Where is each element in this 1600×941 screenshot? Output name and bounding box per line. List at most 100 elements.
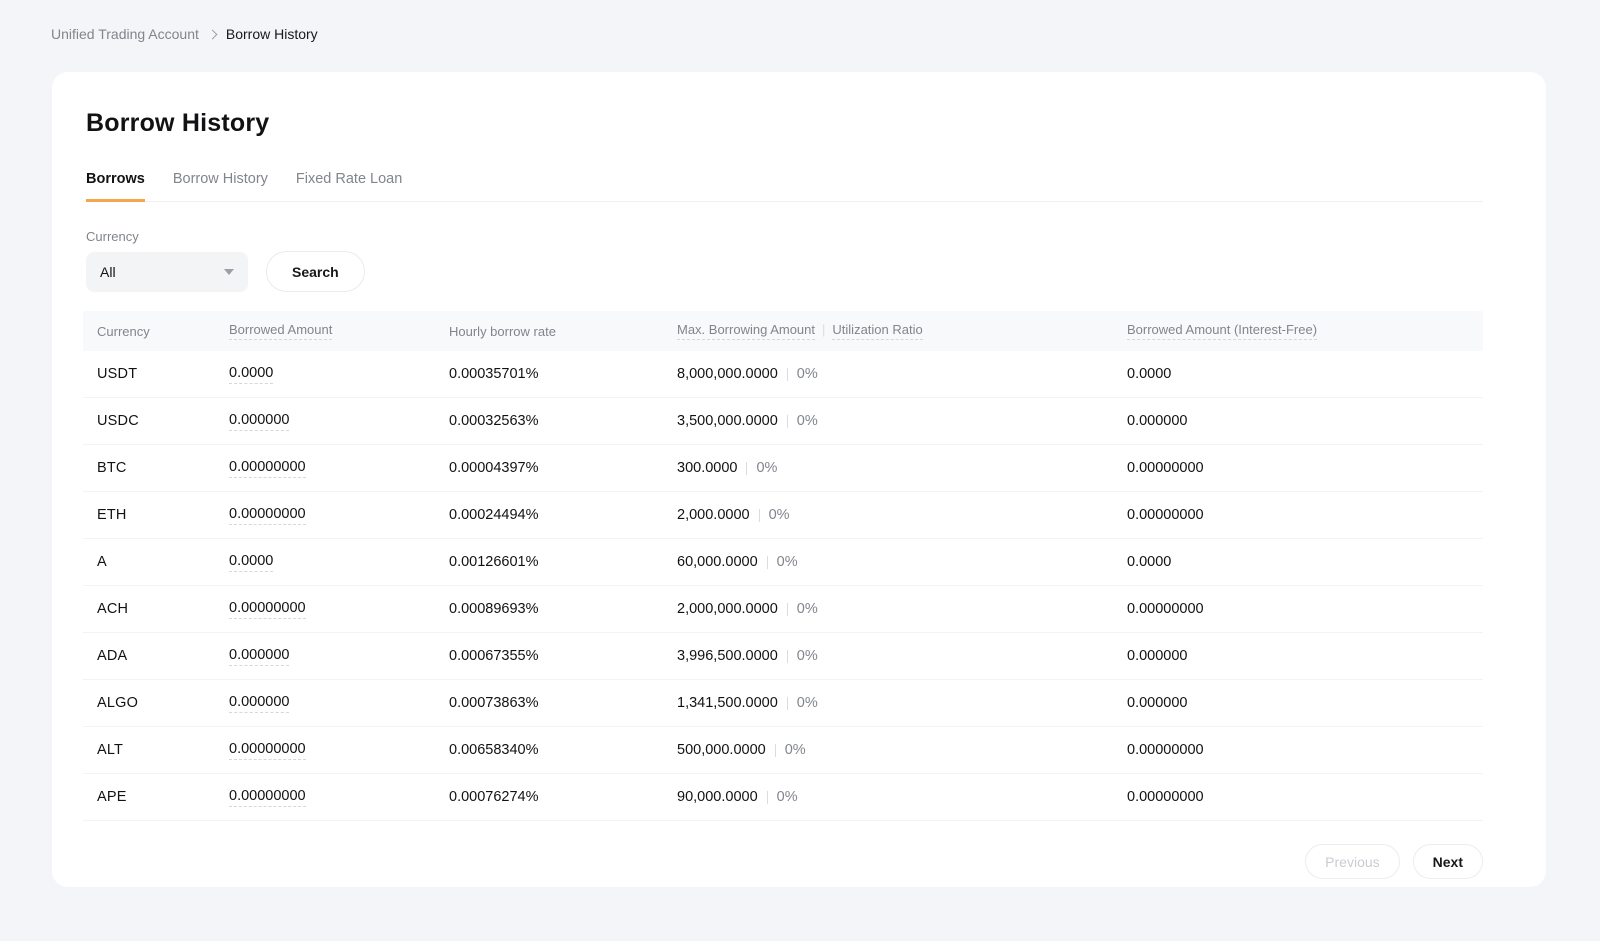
borrowed-amount-value[interactable]: 0.00000000 xyxy=(229,506,306,525)
utilization-ratio-value: 0% xyxy=(797,695,818,711)
borrowed-amount-cell: 0.00000000 xyxy=(229,506,449,525)
borrow-history-card: Borrow History Borrows Borrow History Fi… xyxy=(52,72,1546,887)
table-row: USDT 0.0000 0.00035701% 8,000,000.0000 0… xyxy=(83,351,1483,398)
max-borrowing-cell: 8,000,000.0000 0% xyxy=(677,366,1127,382)
pagination: Previous Next xyxy=(83,844,1483,879)
max-borrowing-cell: 60,000.0000 0% xyxy=(677,554,1127,570)
borrowed-amount-value[interactable]: 0.00000000 xyxy=(229,788,306,807)
tab-bar: Borrows Borrow History Fixed Rate Loan xyxy=(86,164,1483,202)
col-header-borrowed-amount: Borrowed Amount xyxy=(229,322,449,340)
currency-select[interactable]: All xyxy=(86,252,248,292)
hourly-rate-cell: 0.00126601% xyxy=(449,554,677,570)
borrowed-amount-cell: 0.000000 xyxy=(229,694,449,713)
col-header-hourly-borrow-rate: Hourly borrow rate xyxy=(449,324,677,339)
interest-free-cell: 0.000000 xyxy=(1127,695,1483,711)
chevron-down-icon xyxy=(224,269,234,275)
max-borrowing-value: 3,500,000.0000 xyxy=(677,413,778,429)
tab-borrow-history[interactable]: Borrow History xyxy=(173,165,268,202)
utilization-ratio-tooltip-trigger[interactable]: Utilization Ratio xyxy=(832,322,922,340)
tab-fixed-rate-loan[interactable]: Fixed Rate Loan xyxy=(296,165,402,202)
interest-free-cell: 0.000000 xyxy=(1127,413,1483,429)
currency-cell: ALGO xyxy=(97,695,229,711)
max-borrowing-cell: 1,341,500.0000 0% xyxy=(677,695,1127,711)
max-borrowing-value: 2,000,000.0000 xyxy=(677,601,778,617)
borrowed-amount-value[interactable]: 0.0000 xyxy=(229,365,273,384)
table-row: APE 0.00000000 0.00076274% 90,000.0000 0… xyxy=(83,774,1483,821)
utilization-divider xyxy=(767,791,768,804)
table-header-row: Currency Borrowed Amount Hourly borrow r… xyxy=(83,311,1483,351)
interest-free-cell: 0.00000000 xyxy=(1127,601,1483,617)
utilization-ratio-value: 0% xyxy=(777,789,798,805)
borrowed-amount-cell: 0.000000 xyxy=(229,412,449,431)
max-borrowing-value: 90,000.0000 xyxy=(677,789,758,805)
max-borrowing-cell: 3,996,500.0000 0% xyxy=(677,648,1127,664)
interest-free-cell: 0.00000000 xyxy=(1127,460,1483,476)
tab-borrows[interactable]: Borrows xyxy=(86,165,145,202)
currency-cell: ACH xyxy=(97,601,229,617)
interest-free-cell: 0.0000 xyxy=(1127,366,1483,382)
table-row: A 0.0000 0.00126601% 60,000.0000 0% 0.00… xyxy=(83,539,1483,586)
borrowed-amount-cell: 0.00000000 xyxy=(229,788,449,807)
max-borrowing-value: 8,000,000.0000 xyxy=(677,366,778,382)
utilization-ratio-value: 0% xyxy=(797,648,818,664)
utilization-divider xyxy=(787,603,788,616)
utilization-ratio-value: 0% xyxy=(797,366,818,382)
hourly-rate-cell: 0.00035701% xyxy=(449,366,677,382)
interest-free-cell: 0.0000 xyxy=(1127,554,1483,570)
currency-cell: USDC xyxy=(97,413,229,429)
search-button[interactable]: Search xyxy=(266,251,365,292)
borrowed-amount-value[interactable]: 0.000000 xyxy=(229,412,289,431)
max-borrowing-tooltip-trigger[interactable]: Max. Borrowing Amount xyxy=(677,322,815,340)
utilization-divider xyxy=(775,744,776,757)
max-borrowing-cell: 300.0000 0% xyxy=(677,460,1127,476)
utilization-ratio-value: 0% xyxy=(777,554,798,570)
borrowed-amount-value[interactable]: 0.000000 xyxy=(229,647,289,666)
utilization-ratio-value: 0% xyxy=(797,413,818,429)
borrowed-amount-value[interactable]: 0.000000 xyxy=(229,694,289,713)
currency-filter-label: Currency xyxy=(86,229,1483,244)
borrowed-amount-value[interactable]: 0.0000 xyxy=(229,553,273,572)
borrowed-amount-value[interactable]: 0.00000000 xyxy=(229,459,306,478)
borrowed-amount-tooltip-trigger[interactable]: Borrowed Amount xyxy=(229,322,332,340)
utilization-ratio-value: 0% xyxy=(756,460,777,476)
hourly-rate-cell: 0.00067355% xyxy=(449,648,677,664)
currency-cell: APE xyxy=(97,789,229,805)
borrow-table: Currency Borrowed Amount Hourly borrow r… xyxy=(83,311,1483,821)
utilization-divider xyxy=(787,415,788,428)
hourly-rate-cell: 0.00032563% xyxy=(449,413,677,429)
currency-cell: BTC xyxy=(97,460,229,476)
hourly-rate-cell: 0.00658340% xyxy=(449,742,677,758)
interest-free-cell: 0.00000000 xyxy=(1127,789,1483,805)
table-row: ETH 0.00000000 0.00024494% 2,000.0000 0%… xyxy=(83,492,1483,539)
utilization-divider xyxy=(746,462,747,475)
col-header-max-borrowing: Max. Borrowing Amount|Utilization Ratio xyxy=(677,322,1127,340)
table-row: ACH 0.00000000 0.00089693% 2,000,000.000… xyxy=(83,586,1483,633)
utilization-ratio-value: 0% xyxy=(785,742,806,758)
borrowed-amount-value[interactable]: 0.00000000 xyxy=(229,741,306,760)
hourly-rate-cell: 0.00089693% xyxy=(449,601,677,617)
borrowed-amount-value[interactable]: 0.00000000 xyxy=(229,600,306,619)
hourly-rate-cell: 0.00073863% xyxy=(449,695,677,711)
max-borrowing-cell: 2,000.0000 0% xyxy=(677,507,1127,523)
table-row: USDC 0.000000 0.00032563% 3,500,000.0000… xyxy=(83,398,1483,445)
borrowed-amount-cell: 0.00000000 xyxy=(229,459,449,478)
filter-row: All Search xyxy=(83,251,1483,292)
max-borrowing-value: 500,000.0000 xyxy=(677,742,766,758)
interest-free-cell: 0.00000000 xyxy=(1127,742,1483,758)
max-borrowing-value: 2,000.0000 xyxy=(677,507,750,523)
currency-select-value: All xyxy=(100,264,116,280)
max-borrowing-cell: 90,000.0000 0% xyxy=(677,789,1127,805)
utilization-divider xyxy=(787,697,788,710)
max-borrowing-cell: 500,000.0000 0% xyxy=(677,742,1127,758)
breadcrumb-parent-link[interactable]: Unified Trading Account xyxy=(51,26,199,42)
max-borrowing-cell: 2,000,000.0000 0% xyxy=(677,601,1127,617)
previous-page-button[interactable]: Previous xyxy=(1305,844,1399,879)
next-page-button[interactable]: Next xyxy=(1413,844,1483,879)
breadcrumb: Unified Trading Account Borrow History xyxy=(0,0,1600,43)
hourly-rate-cell: 0.00004397% xyxy=(449,460,677,476)
borrowed-amount-cell: 0.0000 xyxy=(229,365,449,384)
currency-cell: ETH xyxy=(97,507,229,523)
hourly-rate-cell: 0.00076274% xyxy=(449,789,677,805)
interest-free-tooltip-trigger[interactable]: Borrowed Amount (Interest-Free) xyxy=(1127,322,1317,340)
interest-free-cell: 0.000000 xyxy=(1127,648,1483,664)
